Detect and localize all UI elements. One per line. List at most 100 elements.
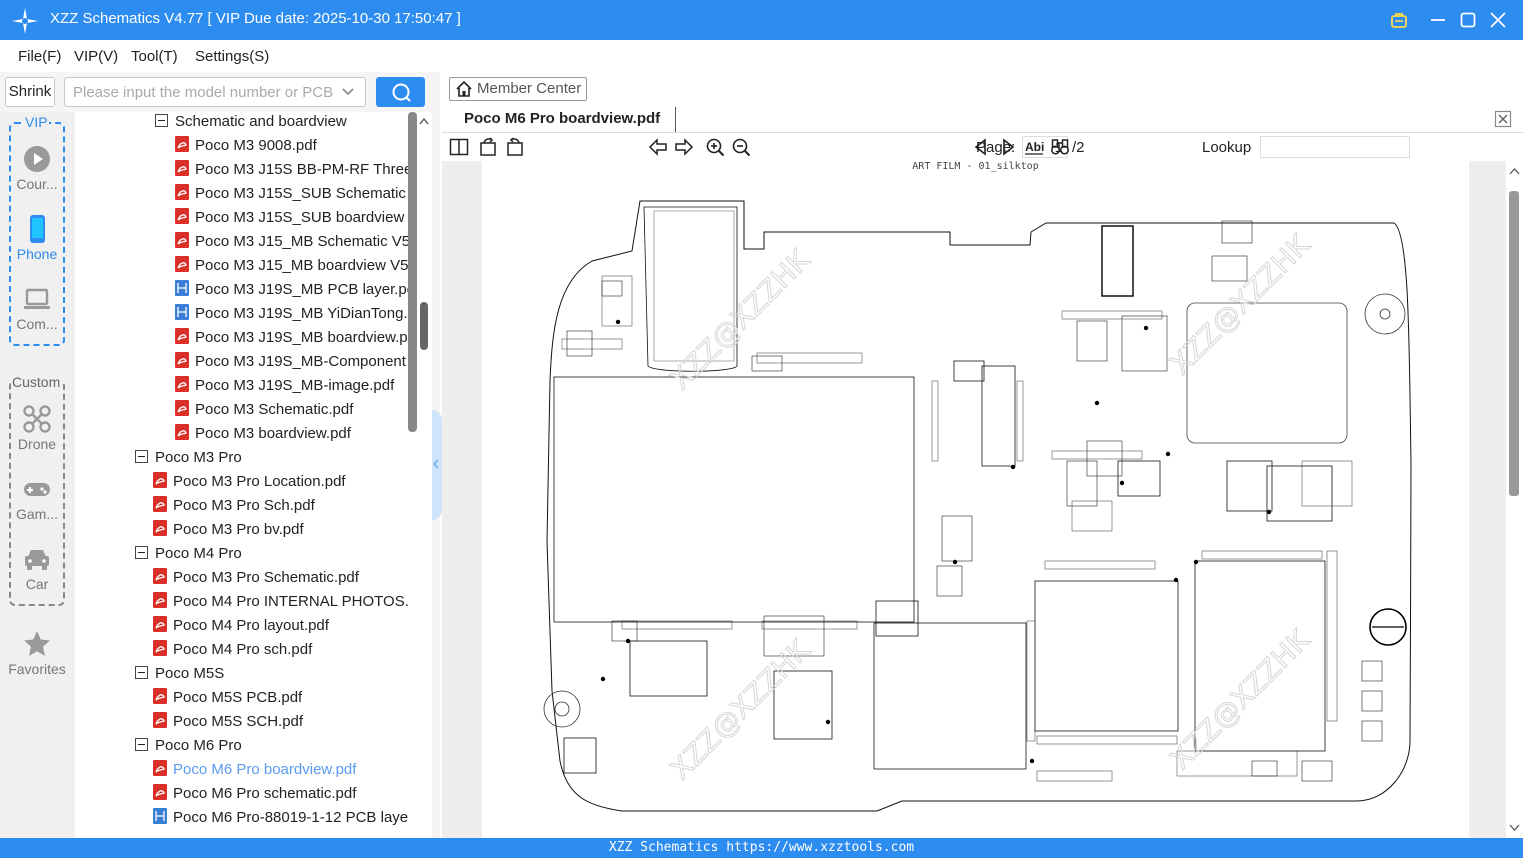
minimize-icon: [1431, 19, 1445, 21]
tree-file[interactable]: Poco M3 J15_MB boardview V5: [175, 254, 408, 278]
pdf-file-icon: [175, 232, 189, 249]
tree-item-label: Poco M3 Pro Location.pdf: [173, 473, 346, 490]
pdf-file-icon: [175, 400, 189, 417]
tree-file[interactable]: Poco M3 J15S BB-PM-RF Three: [175, 158, 408, 182]
menu-bar: File(F) VIP(V) Tool(T) Settings(S): [0, 40, 1523, 72]
menu-vip[interactable]: VIP(V): [74, 48, 118, 65]
scroll-up-icon[interactable]: [1509, 167, 1520, 176]
collapse-toggle-icon[interactable]: [135, 449, 148, 463]
lookup-input[interactable]: [1260, 136, 1410, 158]
tree-file[interactable]: Poco M3 Pro bv.pdf: [153, 518, 304, 542]
menu-file[interactable]: File(F): [18, 48, 61, 65]
previous-page-icon[interactable]: [648, 137, 668, 157]
tree-file[interactable]: Poco M5S SCH.pdf: [153, 710, 303, 734]
search-button[interactable]: [376, 77, 425, 107]
scroll-up-icon[interactable]: [418, 116, 430, 126]
tree-file[interactable]: Poco M3 J15_MB Schematic V5.: [175, 230, 408, 254]
pdf-file-icon: [175, 424, 189, 441]
collapse-arrow-icon: [433, 459, 439, 469]
collapse-toggle-icon[interactable]: [135, 665, 148, 679]
tree-file[interactable]: Poco M3 J15S_SUB boardview V: [175, 206, 408, 230]
tree-file[interactable]: Poco M6 Pro-88019-1-12 PCB laye: [153, 806, 408, 830]
tree-file[interactable]: Poco M6 Pro schematic.pdf: [153, 782, 356, 806]
category-games[interactable]: Gam...: [0, 474, 74, 522]
collapse-toggle-icon[interactable]: [135, 737, 148, 751]
next-page-icon[interactable]: [674, 137, 694, 157]
tree-file[interactable]: Poco M5S PCB.pdf: [153, 686, 302, 710]
tree-file[interactable]: Poco M3 Schematic.pdf: [175, 398, 353, 422]
match-case-icon[interactable]: Abi: [1024, 137, 1044, 157]
tree-scroll-thumb[interactable]: [408, 112, 417, 432]
tree-scroll-handle[interactable]: [420, 302, 428, 350]
tree-file[interactable]: Poco M4 Pro layout.pdf: [153, 614, 329, 638]
app-logo-icon: [12, 8, 38, 34]
tree-file[interactable]: Poco M3 Pro Schematic.pdf: [153, 566, 359, 590]
category-favorites[interactable]: Favorites: [0, 629, 74, 677]
tree-item-label: Poco M6 Pro: [155, 737, 242, 754]
shrink-button[interactable]: Shrink: [5, 77, 55, 107]
tree-item-label: Poco M3 J15S BB-PM-RF Three: [195, 161, 408, 178]
rotate-left-icon[interactable]: [478, 137, 498, 157]
tree-folder[interactable]: Poco M5S: [135, 662, 224, 686]
panel-splitter[interactable]: [432, 410, 442, 520]
tree-file[interactable]: Poco M4 Pro INTERNAL PHOTOS.p: [153, 590, 408, 614]
tree-item-label: Schematic and boardview: [175, 113, 347, 130]
pdf-page[interactable]: ART FILM - 01_silktop XZZ@XZZHK XZZ@XZZH…: [482, 161, 1469, 838]
maximize-icon: [1460, 12, 1476, 28]
tree-file[interactable]: Poco M3 J19S_MB boardview.pd: [175, 326, 408, 350]
tree-file[interactable]: Poco M3 J19S_MB-image.pdf: [175, 374, 394, 398]
menu-tool[interactable]: Tool(T): [131, 48, 178, 65]
tree-file[interactable]: Poco M3 J19S_MB YiDianTong.p: [175, 302, 408, 326]
scroll-down-icon[interactable]: [1509, 823, 1520, 832]
pdf-scrollbar[interactable]: [1506, 161, 1523, 838]
pdf-file-icon: [153, 520, 167, 537]
category-phone[interactable]: Phone: [0, 214, 74, 262]
tree-item-label: Poco M3 J19S_MB PCB layer.pcl: [195, 281, 408, 298]
menu-settings[interactable]: Settings(S): [195, 48, 269, 65]
tree-file[interactable]: Poco M3 Pro Sch.pdf: [153, 494, 315, 518]
collapse-toggle-icon[interactable]: [135, 545, 148, 559]
sidebar-toggle-icon[interactable]: [449, 137, 469, 157]
tree-folder[interactable]: Poco M6 Pro: [135, 734, 242, 758]
tree-file[interactable]: Poco M3 J19S_MB-Component: [175, 350, 406, 374]
chevron-down-icon[interactable]: [340, 84, 356, 100]
category-computer[interactable]: Com...: [0, 284, 74, 332]
minimize-button[interactable]: [1427, 9, 1449, 31]
pdf-file-icon: [153, 784, 167, 801]
collapse-toggle-icon[interactable]: [155, 113, 168, 127]
rotate-right-icon[interactable]: [505, 137, 525, 157]
pdf-scroll-thumb[interactable]: [1509, 191, 1519, 496]
tree-file[interactable]: Poco M3 boardview.pdf: [175, 422, 351, 446]
tree-folder[interactable]: Schematic and boardview: [155, 112, 347, 134]
maximize-button[interactable]: [1457, 9, 1479, 31]
pdf-file-icon: [175, 208, 189, 225]
member-center-button[interactable]: Member Center: [449, 77, 587, 101]
zoom-out-icon[interactable]: [731, 137, 751, 157]
find-next-icon[interactable]: [998, 137, 1018, 157]
tree-file[interactable]: Poco M3 9008.pdf: [175, 134, 317, 158]
tree-file[interactable]: Poco M6 Pro boardview.pdf: [153, 758, 356, 782]
window-title: XZZ Schematics V4.77 [ VIP Due date: 202…: [50, 10, 461, 27]
tree-folder[interactable]: Poco M4 Pro: [135, 542, 242, 566]
tree-file[interactable]: Poco M4 Pro sch.pdf: [153, 638, 312, 662]
search-input[interactable]: [64, 77, 366, 107]
close-tab-icon[interactable]: [1494, 110, 1512, 128]
tree-item-label: Poco M3 Schematic.pdf: [195, 401, 354, 418]
vip-bag-button[interactable]: [1388, 9, 1410, 31]
category-drone[interactable]: Drone: [0, 404, 74, 452]
find-all-icon[interactable]: [1050, 137, 1070, 157]
tree-file[interactable]: Poco M3 J19S_MB PCB layer.pcl: [175, 278, 408, 302]
pdf-file-icon: [175, 376, 189, 393]
tree-file[interactable]: Poco M3 J15S_SUB Schematic V: [175, 182, 408, 206]
tree-item-label: Poco M3 J19S_MB boardview.pd: [195, 329, 408, 346]
tree-folder[interactable]: Poco M3 Pro: [135, 446, 242, 470]
category-car[interactable]: Car: [0, 544, 74, 592]
zoom-in-icon[interactable]: [705, 137, 725, 157]
tree-scrollbar[interactable]: [408, 112, 432, 838]
tree-file[interactable]: Poco M3 Pro Location.pdf: [153, 470, 346, 494]
close-button[interactable]: [1487, 9, 1509, 31]
find-previous-icon[interactable]: [971, 137, 991, 157]
category-courses[interactable]: Cour...: [0, 144, 74, 192]
document-tab[interactable]: Poco M6 Pro boardview.pdf: [450, 107, 676, 133]
watermark: XZZ@XZZHK XZZ@XZZHK XZZ@XZZHK XZZ@XZZHK: [663, 228, 1317, 787]
